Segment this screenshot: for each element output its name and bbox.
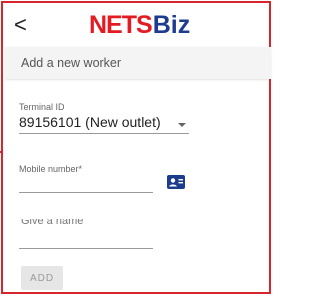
- contact-card-icon[interactable]: [167, 175, 185, 189]
- mobile-number-underline: [19, 192, 153, 193]
- app-frame: < NETS Biz Add a new worker Terminal ID …: [1, 1, 271, 294]
- back-button[interactable]: <: [14, 11, 27, 39]
- mobile-number-label: Mobile number*: [19, 164, 83, 174]
- give-name-underline: [19, 248, 153, 249]
- caret-down-icon[interactable]: [178, 123, 186, 127]
- netsbiz-logo: NETS Biz: [89, 12, 190, 38]
- terminal-id-label: Terminal ID: [19, 102, 65, 112]
- page-subheader: Add a new worker: [5, 47, 271, 79]
- terminal-id-underline: [19, 133, 189, 134]
- logo-biz: Biz: [152, 11, 191, 39]
- terminal-id-select[interactable]: 89156101 (New outlet): [19, 114, 161, 130]
- logo-nets: NETS: [89, 11, 153, 39]
- give-name-label: Give a name: [21, 219, 84, 227]
- give-name-field[interactable]: [19, 233, 149, 249]
- mobile-number-field[interactable]: [19, 177, 149, 193]
- page-title: Add a new worker: [21, 56, 122, 70]
- add-button[interactable]: ADD: [21, 266, 63, 290]
